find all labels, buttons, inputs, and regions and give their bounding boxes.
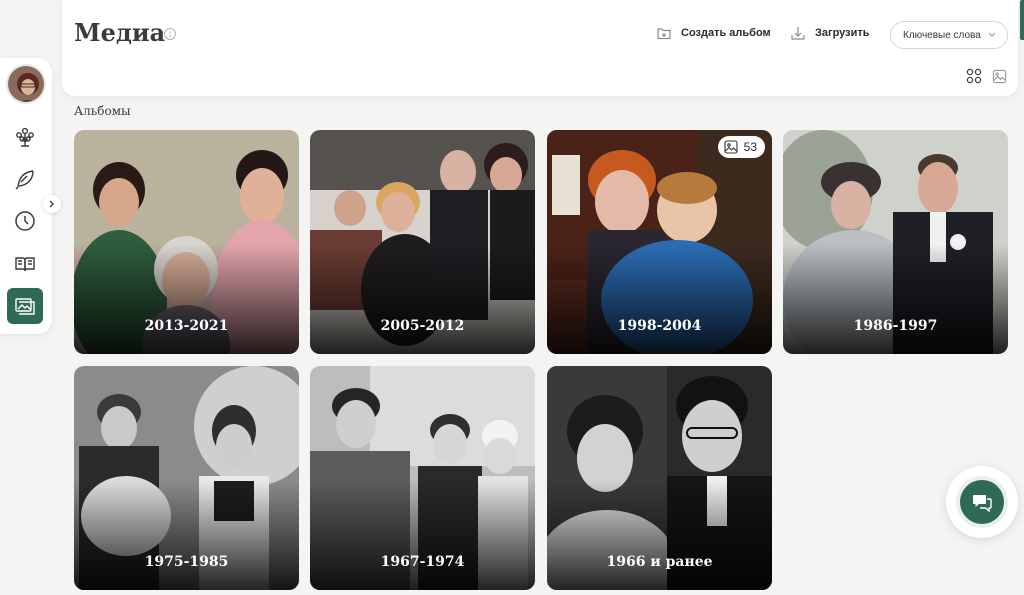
clock-icon (15, 211, 35, 231)
album-label: 1966 и ранее (606, 554, 713, 570)
sidebar-item-tree[interactable] (7, 120, 43, 156)
sidebar-item-media[interactable] (7, 288, 43, 324)
album-label: 1998-2004 (617, 318, 702, 334)
grid-view-icon[interactable] (966, 68, 982, 84)
sidebar-expand-button[interactable] (43, 195, 61, 213)
chat-button[interactable] (960, 480, 1004, 524)
image-view-icon[interactable] (992, 69, 1007, 84)
album-cover-shade (547, 480, 772, 590)
create-album-label: Создать альбом (681, 27, 771, 39)
sidebar-item-book[interactable] (7, 246, 43, 282)
page-header: Медиа i Создать альбом Загрузить Ключевы… (62, 0, 1018, 96)
upload-button[interactable]: Загрузить (790, 25, 870, 41)
sidebar-item-timeline[interactable] (7, 203, 43, 239)
album-card[interactable]: 2013-2021 (74, 130, 299, 354)
album-cover-shade (547, 244, 772, 354)
section-heading-albums: Альбомы (74, 104, 131, 118)
album-card[interactable]: 1975-1985 (74, 366, 299, 590)
album-card[interactable]: 1966 и ранее (547, 366, 772, 590)
photo-count: 53 (743, 140, 757, 154)
chat-button-wrapper (946, 466, 1018, 538)
album-cover-shade (310, 244, 535, 354)
info-icon[interactable]: i (164, 28, 176, 40)
avatar[interactable] (6, 64, 46, 104)
album-card[interactable]: 53 1998-2004 (547, 130, 772, 354)
album-card[interactable]: 1986-1997 (783, 130, 1008, 354)
feather-icon (15, 170, 34, 190)
page-title: Медиа (74, 18, 166, 47)
album-cover-shade (783, 244, 1008, 354)
photo-count-badge: 53 (717, 136, 765, 158)
create-album-button[interactable]: Создать альбом (656, 25, 771, 41)
add-folder-icon (657, 28, 671, 40)
sidebar-item-stories[interactable] (7, 162, 43, 198)
chevron-right-icon (49, 200, 54, 208)
album-label: 1975-1985 (144, 554, 229, 570)
album-cover-shade (310, 480, 535, 590)
album-cover-shade (74, 480, 299, 590)
keywords-dropdown[interactable]: Ключевые слова (890, 21, 1008, 49)
album-cover-shade (74, 244, 299, 354)
upload-label: Загрузить (815, 27, 870, 39)
album-label: 1967-1974 (380, 554, 465, 570)
album-label: 1986-1997 (853, 318, 938, 334)
media-icon (15, 298, 35, 315)
book-icon (15, 257, 35, 272)
album-label: 2013-2021 (144, 318, 229, 334)
family-tree-icon (16, 127, 34, 147)
avatar-image (8, 66, 44, 102)
left-sidebar (0, 58, 52, 334)
album-card[interactable]: 1967-1974 (310, 366, 535, 590)
album-label: 2005-2012 (380, 318, 465, 334)
chevron-down-icon (988, 32, 996, 37)
download-icon (791, 27, 805, 40)
keywords-dropdown-label: Ключевые слова (903, 29, 981, 41)
chat-icon (973, 495, 992, 513)
album-card[interactable]: 2005-2012 (310, 130, 535, 354)
accent-strip (1020, 0, 1024, 40)
image-icon (724, 140, 738, 154)
